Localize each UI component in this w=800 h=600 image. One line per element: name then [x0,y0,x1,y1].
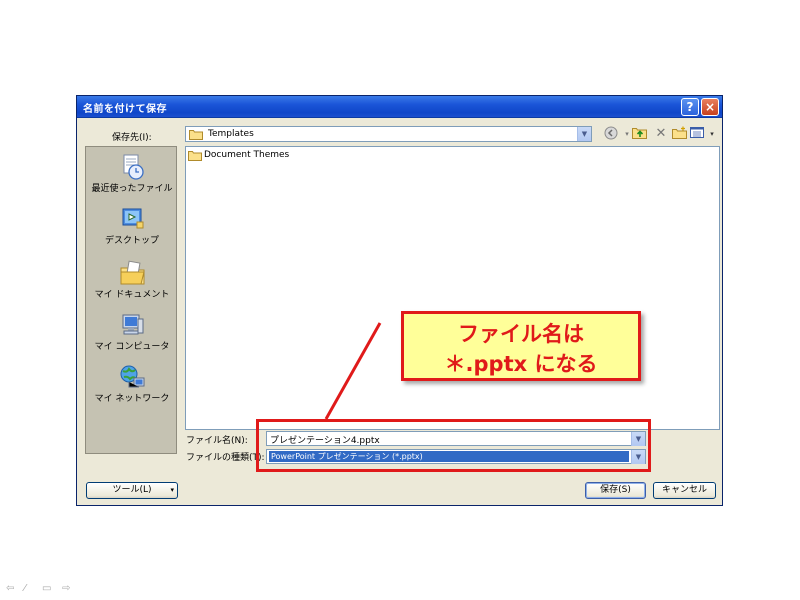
callout-line-1: ファイル名は [458,322,584,346]
slide-menu-icon[interactable]: ▭ [42,583,51,594]
filename-highlight-box [256,419,651,472]
next-slide-icon[interactable]: ⇨ [62,583,70,594]
previous-slide-icon[interactable]: ⇦ [6,583,14,594]
slide-nav-controls: ⇦ ⁄ ▭ ⇨ [6,583,80,595]
annotation-callout: ファイル名は ＊.pptx になる [401,311,641,381]
pen-icon[interactable]: ⁄ [24,583,26,594]
callout-pointer-line [324,322,382,420]
callout-line-2: ＊.pptx になる [444,352,598,376]
